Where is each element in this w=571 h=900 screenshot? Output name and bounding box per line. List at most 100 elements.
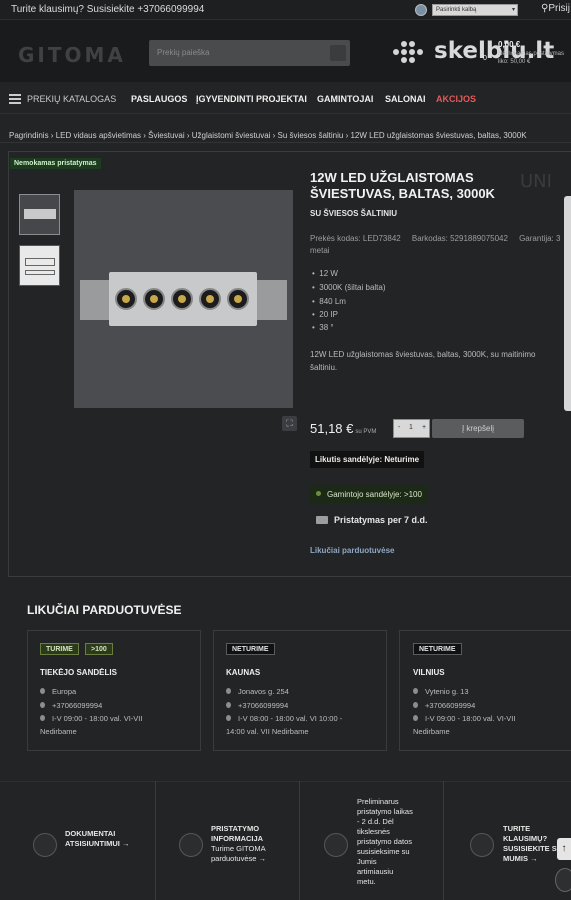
store-address: Europa bbox=[40, 685, 76, 698]
footer-contact[interactable]: TURITE KLAUSIMŲ? SUSISIEKITE SU MUMIS → bbox=[503, 824, 562, 864]
store-phone-label[interactable]: +37066099994 bbox=[425, 701, 475, 710]
quantity-input[interactable]: 1 bbox=[409, 424, 413, 431]
nav-item-salons[interactable]: SALONAI bbox=[385, 94, 426, 104]
delivery-truck-icon bbox=[324, 833, 348, 857]
footer-contact-line: TURITE bbox=[503, 824, 531, 833]
spec-item: • 20 IP bbox=[312, 310, 338, 319]
zoom-icon[interactable]: ⛶ bbox=[282, 416, 297, 431]
store-hours: I-V 09:00 - 18:00 val. VI-VII bbox=[40, 712, 142, 725]
clock-icon bbox=[226, 715, 231, 721]
product-thumbnail-drawing[interactable] bbox=[19, 245, 60, 286]
product-code: Prekės kodas: LED73842 bbox=[310, 234, 401, 243]
cart-count[interactable]: 0 bbox=[483, 55, 487, 62]
stores-title: LIKUČIAI PARDUOTUVĖSE bbox=[27, 603, 182, 617]
product-description: 12W LED užglaistomas šviestuvas, baltas,… bbox=[310, 350, 536, 372]
language-select[interactable]: Pasirinkti kalbą ▾ bbox=[432, 4, 518, 16]
store-phone[interactable]: +37066099994 bbox=[226, 699, 288, 712]
nav-item-sale[interactable]: AKCIJOS bbox=[436, 94, 476, 104]
spec-item: • 3000K (šiltai balta) bbox=[312, 283, 386, 292]
cart-amount[interactable]: 0,00 € bbox=[498, 40, 520, 49]
logo[interactable]: GITOMA bbox=[18, 43, 126, 67]
footer-divider bbox=[443, 781, 444, 900]
status-dot-icon bbox=[316, 491, 321, 496]
footer-delivery-line: tikslesnės bbox=[357, 827, 390, 836]
product-thumbnail[interactable] bbox=[19, 194, 60, 235]
documents-icon bbox=[33, 833, 57, 857]
footer-divider bbox=[299, 781, 300, 900]
status-badge: NETURIME bbox=[226, 643, 275, 655]
nav-item-manufacturers[interactable]: GAMINTOJAI bbox=[317, 94, 373, 104]
store-hours-label: I-V 09:00 - 18:00 val. VI-VII bbox=[52, 714, 143, 723]
add-to-cart-button[interactable]: Į krepšelį bbox=[432, 419, 524, 438]
product-title: 12W LED UŽGLAISTOMAS ŠVIESTUVAS, BALTAS,… bbox=[310, 170, 495, 201]
spec-item: • 38 ° bbox=[312, 323, 334, 332]
chat-bubble-icon bbox=[470, 833, 494, 857]
quantity-stepper[interactable]: - 1 + bbox=[393, 419, 430, 438]
status-badge: NETURIME bbox=[413, 643, 462, 655]
clock-icon bbox=[413, 715, 418, 721]
breadcrumb[interactable]: Pagrindinis › LED vidaus apšvietimas › Š… bbox=[9, 131, 527, 140]
store-phone[interactable]: +37066099994 bbox=[413, 699, 475, 712]
language-select-value: Pasirinkti kalbą bbox=[436, 7, 477, 13]
manufacturer-stock: Gamintojo sandėlyje: >100 bbox=[310, 486, 428, 503]
brand-logo[interactable]: UNI bbox=[520, 171, 552, 192]
store-address-label: Jonavos g. 254 bbox=[238, 687, 289, 696]
footer-presentation-line: PRISTATYMO bbox=[211, 824, 260, 833]
footer-delivery-line: artimiausiu bbox=[357, 867, 394, 876]
location-icon bbox=[40, 688, 45, 694]
login-label: Prisij bbox=[548, 3, 570, 14]
store-phone[interactable]: +37066099994 bbox=[40, 699, 102, 712]
footer-contact-line: SUSISIEKITE SU bbox=[503, 844, 563, 853]
store-phone-label[interactable]: +37066099994 bbox=[52, 701, 102, 710]
arrow-right-icon: → bbox=[530, 854, 538, 863]
nav-catalog[interactable]: PREKIŲ KATALOGAS bbox=[27, 94, 116, 104]
footer-presentation[interactable]: PRISTATYMO INFORMACIJA Turime GITOMA par… bbox=[211, 824, 266, 864]
footer-presentation-line: parduotuvėse bbox=[211, 854, 257, 863]
partner-logo-icon bbox=[393, 41, 425, 63]
store-name: KAUNAS bbox=[226, 668, 261, 677]
footer-delivery-line: pristatymo laikas bbox=[357, 807, 413, 816]
search-input[interactable]: Prekių paieška bbox=[157, 48, 209, 57]
search-box[interactable]: Prekių paieška bbox=[149, 40, 350, 66]
phone-icon bbox=[413, 702, 418, 708]
store-phone-label[interactable]: +37066099994 bbox=[238, 701, 288, 710]
arrow-right-icon: → bbox=[121, 839, 130, 848]
quantity-increase-button[interactable]: + bbox=[422, 424, 426, 431]
store-stock-link[interactable]: Likučiai parduotuvėse bbox=[310, 546, 394, 555]
arrow-right-icon: → bbox=[258, 854, 267, 863]
chat-widget-icon[interactable] bbox=[555, 868, 571, 892]
language-flag-icon[interactable] bbox=[415, 4, 427, 16]
presentation-icon bbox=[179, 833, 203, 857]
store-name: TIEKĖJO SANDĖLIS bbox=[40, 668, 117, 677]
product-warranty: Garantija: 3 bbox=[519, 234, 561, 243]
scroll-to-top-button[interactable]: ↑ bbox=[557, 838, 571, 860]
product-image[interactable] bbox=[74, 190, 293, 408]
menu-icon[interactable] bbox=[9, 94, 21, 104]
spec-lumens: 840 Lm bbox=[319, 297, 346, 306]
product-warranty-tail: metai bbox=[310, 246, 330, 255]
footer-delivery-info: Preliminarus pristatymo laikas - 2 d.d. … bbox=[357, 797, 427, 887]
spec-item: • 12 W bbox=[312, 269, 338, 278]
divider bbox=[0, 142, 571, 143]
footer-documents[interactable]: DOKUMENTAI ATSISIUNTIMUI → bbox=[65, 829, 129, 849]
delivery-info: Pristatymas per 7 d.d. bbox=[316, 515, 428, 525]
footer-delivery-line: susisieksime su bbox=[357, 847, 410, 856]
footer-delivery-line: Preliminarus bbox=[357, 797, 399, 806]
delivery-label: Pristatymas per 7 d.d. bbox=[334, 515, 428, 525]
manufacturer-stock-label: Gamintojo sandėlyje: >100 bbox=[327, 490, 422, 499]
chevron-down-icon: ▾ bbox=[511, 7, 515, 13]
store-hours-2: Nedirbame bbox=[40, 727, 77, 736]
price-suffix: su PVM bbox=[355, 429, 377, 435]
login-link[interactable]: ⚲Prisij bbox=[541, 3, 570, 14]
footer-presentation-line: INFORMACIJA bbox=[211, 834, 264, 843]
store-hours: I-V 09:00 - 18:00 val. VI-VII bbox=[413, 712, 515, 725]
store-name: VILNIUS bbox=[413, 668, 445, 677]
product-meta: Prekės kodas: LED73842 Barkodas: 5291889… bbox=[310, 234, 560, 243]
search-icon[interactable] bbox=[330, 45, 346, 61]
nav-item-projects[interactable]: ĮGYVENDINTI PROJEKTAI bbox=[196, 94, 307, 104]
spec-angle: 38 ° bbox=[319, 323, 334, 332]
footer-delivery-line: pristatymo datos bbox=[357, 837, 413, 846]
quantity-decrease-button[interactable]: - bbox=[398, 424, 400, 431]
nav-item-services[interactable]: PASLAUGOS bbox=[131, 94, 187, 104]
side-scrollbar[interactable] bbox=[564, 196, 571, 411]
